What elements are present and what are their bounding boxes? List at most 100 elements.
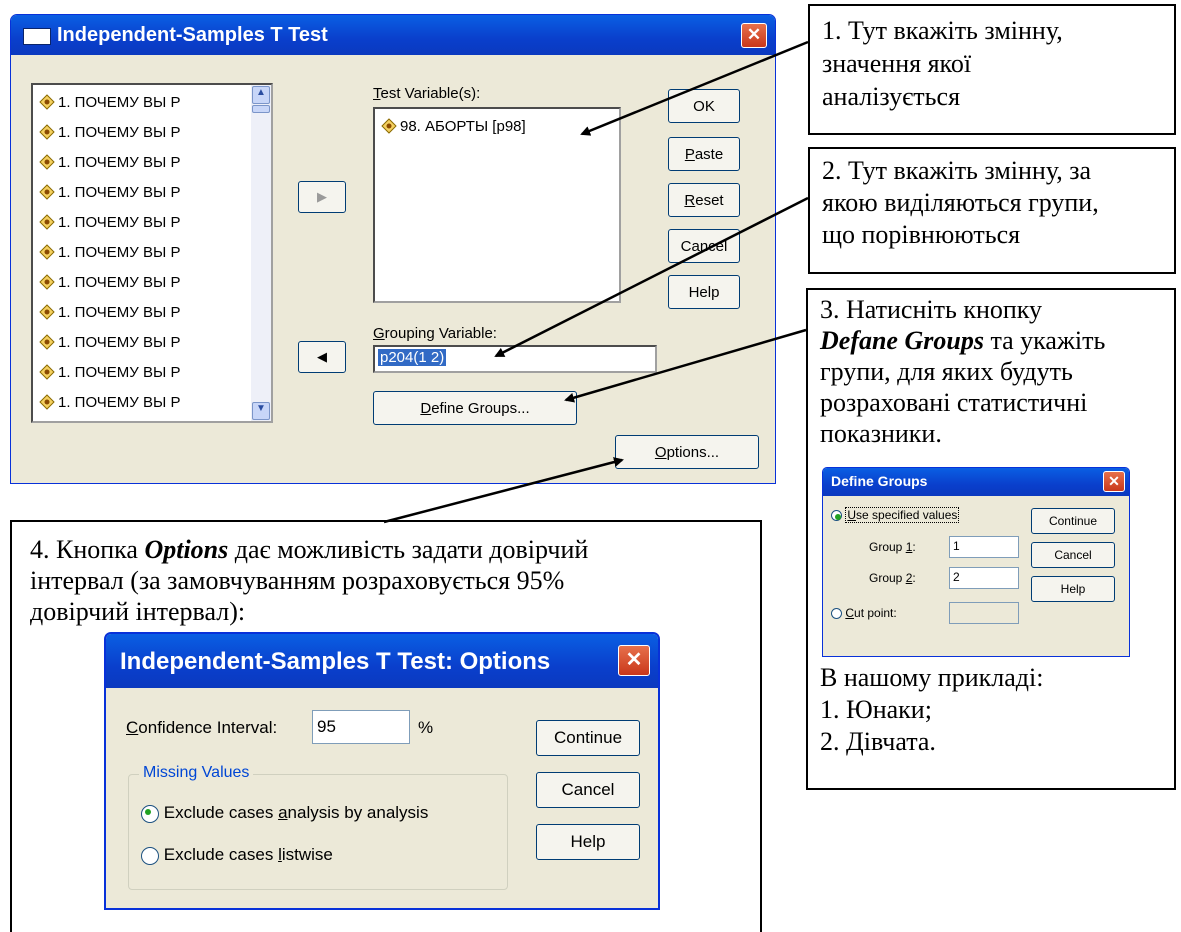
exclude-listwise-option[interactable]: Exclude cases listwise xyxy=(141,845,333,865)
close-button[interactable]: ✕ xyxy=(741,23,767,48)
scale-variable-icon xyxy=(39,304,55,320)
radio-exclude-listwise[interactable] xyxy=(141,846,159,865)
define-groups-titlebar[interactable]: Define Groups ✕ xyxy=(823,468,1129,496)
missing-values-group: Missing Values Exclude cases analysis by… xyxy=(128,764,508,890)
variable-label: 1. ПОЧЕМУ ВЫ Р xyxy=(58,153,181,171)
window-icon xyxy=(23,28,51,45)
close-icon: ✕ xyxy=(746,25,762,44)
test-variables-list[interactable]: 98. АБОРТЫ [p98] xyxy=(373,107,621,303)
note4-line: довірчий інтервал): xyxy=(30,597,246,626)
note3-line: 3. Натисніть кнопку xyxy=(820,295,1043,324)
missing-values-legend: Missing Values xyxy=(139,764,254,782)
note4-line: 4. Кнопка Options дає можливість задати … xyxy=(30,535,589,564)
reset-button[interactable]: Reset xyxy=(668,183,740,217)
scale-variable-icon xyxy=(39,154,55,170)
paste-button[interactable]: Paste xyxy=(668,137,740,171)
note1-line: аналізується xyxy=(822,82,961,111)
note-test-variable: 1. Тут вкажіть змінну, значення якої ана… xyxy=(808,4,1176,135)
variable-list-item[interactable]: 1. ПОЧЕМУ ВЫ Р xyxy=(39,329,180,355)
scroll-up-button[interactable]: ▲ xyxy=(252,86,270,104)
options-dialog: Independent-Samples T Test: Options ✕ Co… xyxy=(104,632,660,910)
close-icon: ✕ xyxy=(1108,473,1120,489)
ok-button[interactable]: OK xyxy=(668,89,740,123)
define-groups-button[interactable]: Define Groups... xyxy=(373,391,577,425)
variable-list-item[interactable]: 1. ПОЧЕМУ ВЫ Р xyxy=(39,239,180,265)
example-line: В нашому прикладі: xyxy=(820,663,1044,692)
radio-cut-point[interactable] xyxy=(831,608,842,620)
list-scrollbar[interactable]: ▲ ▼ xyxy=(251,85,271,421)
variable-list-item[interactable]: 1. ПОЧЕМУ ВЫ Р xyxy=(39,269,180,295)
options-button[interactable]: Options... xyxy=(615,435,759,469)
variable-list-item[interactable]: 1. ПОЧЕМУ ВЫ Р xyxy=(39,179,180,205)
note3-line: групи, для яких будуть xyxy=(820,357,1073,386)
variable-list-item[interactable]: 1. ПОЧЕМУ ВЫ Р xyxy=(39,389,180,415)
page: { "main_dialog": { "title": "Independent… xyxy=(0,0,1181,932)
options-title: Independent-Samples T Test: Options xyxy=(120,648,551,675)
close-icon: ✕ xyxy=(625,649,643,671)
note4-line: інтервал (за замовчуванням розраховуєтьс… xyxy=(30,566,565,595)
group1-input[interactable]: 1 xyxy=(949,536,1019,558)
move-to-test-variables-button[interactable]: ▶ xyxy=(298,181,346,213)
define-groups-dialog: Define Groups ✕ Use specified values Gro… xyxy=(822,467,1130,657)
variable-list-item[interactable]: 1. ПОЧЕМУ ВЫ Р xyxy=(39,359,180,385)
options-close-button[interactable]: ✕ xyxy=(618,645,650,676)
variable-list-item[interactable]: 1. ПОЧЕМУ ВЫ Р xyxy=(39,119,180,145)
example-text: В нашому прикладі: 1. Юнаки; 2. Дівчата. xyxy=(820,662,1043,758)
confidence-interval-input[interactable]: 95 xyxy=(312,710,410,744)
options-continue-button[interactable]: Continue xyxy=(536,720,640,756)
scale-variable-icon xyxy=(39,184,55,200)
define-groups-continue-button[interactable]: Continue xyxy=(1031,508,1115,534)
scale-variable-icon xyxy=(39,274,55,290)
note-define-groups: 3. Натисніть кнопку Defane Groups та ука… xyxy=(806,288,1176,790)
define-groups-cancel-button[interactable]: Cancel xyxy=(1031,542,1115,568)
test-variables-label: Test Variable(s): xyxy=(373,85,481,102)
cut-point-input[interactable] xyxy=(949,602,1019,624)
define-groups-label: Define Groups... xyxy=(420,399,530,417)
variable-list-item[interactable]: 1. ПОЧЕМУ ВЫ Р xyxy=(39,299,180,325)
note3-line: розраховані статистичні xyxy=(820,388,1088,417)
options-titlebar[interactable]: Independent-Samples T Test: Options ✕ xyxy=(106,634,658,688)
scale-variable-icon xyxy=(39,214,55,230)
scale-variable-icon xyxy=(39,364,55,380)
variable-list-item[interactable]: 1. ПОЧЕМУ ВЫ Р xyxy=(39,89,180,115)
radio-use-specified[interactable] xyxy=(831,510,842,522)
cut-point-option[interactable]: Cut point: xyxy=(831,606,897,620)
note1-line: 1. Тут вкажіть змінну, xyxy=(822,16,1063,45)
use-specified-values-option[interactable]: Use specified values xyxy=(831,507,960,523)
help-button[interactable]: Help xyxy=(668,275,740,309)
group2-input[interactable]: 2 xyxy=(949,567,1019,589)
note2-line: 2. Тут вкажіть змінну, за xyxy=(822,156,1092,185)
t-test-dialog-titlebar[interactable]: Independent-Samples T Test ✕ xyxy=(11,15,775,55)
scroll-thumb[interactable] xyxy=(252,105,270,113)
variable-label: 1. ПОЧЕМУ ВЫ Р xyxy=(58,303,181,321)
variable-label: 1. ПОЧЕМУ ВЫ Р xyxy=(58,333,181,351)
example-line: 1. Юнаки; xyxy=(820,695,932,724)
variable-list-item[interactable]: 1. ПОЧЕМУ ВЫ Р xyxy=(39,149,180,175)
note2-line: якою виділяються групи, xyxy=(822,188,1099,217)
radio-exclude-analysis[interactable] xyxy=(141,804,159,823)
variable-label: 1. ПОЧЕМУ ВЫ Р xyxy=(58,363,181,381)
variable-label: 1. ПОЧЕМУ ВЫ Р xyxy=(58,123,181,141)
define-groups-close-button[interactable]: ✕ xyxy=(1103,471,1125,492)
scale-variable-icon xyxy=(39,334,55,350)
grouping-variable-label: Grouping Variable: xyxy=(373,325,497,342)
exclude-analysis-option[interactable]: Exclude cases analysis by analysis xyxy=(141,803,428,823)
source-variable-list[interactable]: 1. ПОЧЕМУ ВЫ Р 1. ПОЧЕМУ ВЫ Р 1. ПОЧЕМУ ВЫ… xyxy=(31,83,273,423)
chevron-down-icon: ▼ xyxy=(256,403,266,414)
define-groups-help-button[interactable]: Help xyxy=(1031,576,1115,602)
arrow-right-icon: ▶ xyxy=(317,189,327,204)
options-cancel-button[interactable]: Cancel xyxy=(536,772,640,808)
test-variable-item[interactable]: 98. АБОРТЫ [p98] xyxy=(381,113,526,139)
test-variable-label: 98. АБОРТЫ [p98] xyxy=(400,117,526,135)
variable-label: 1. ПОЧЕМУ ВЫ Р xyxy=(58,273,181,291)
grouping-variable-field[interactable]: p204(1 2) xyxy=(373,345,657,373)
cancel-button[interactable]: Cancel xyxy=(668,229,740,263)
scale-variable-icon xyxy=(381,118,397,134)
variable-list-item[interactable]: 1. ПОЧЕМУ ВЫ Р xyxy=(39,209,180,235)
grouping-variable-value: p204(1 2) xyxy=(378,349,447,366)
chevron-up-icon: ▲ xyxy=(256,87,266,98)
options-help-button[interactable]: Help xyxy=(536,824,640,860)
move-to-grouping-variable-button[interactable]: ◀ xyxy=(298,341,346,373)
scroll-down-button[interactable]: ▼ xyxy=(252,402,270,420)
variable-label: 1. ПОЧЕМУ ВЫ Р xyxy=(58,93,181,111)
